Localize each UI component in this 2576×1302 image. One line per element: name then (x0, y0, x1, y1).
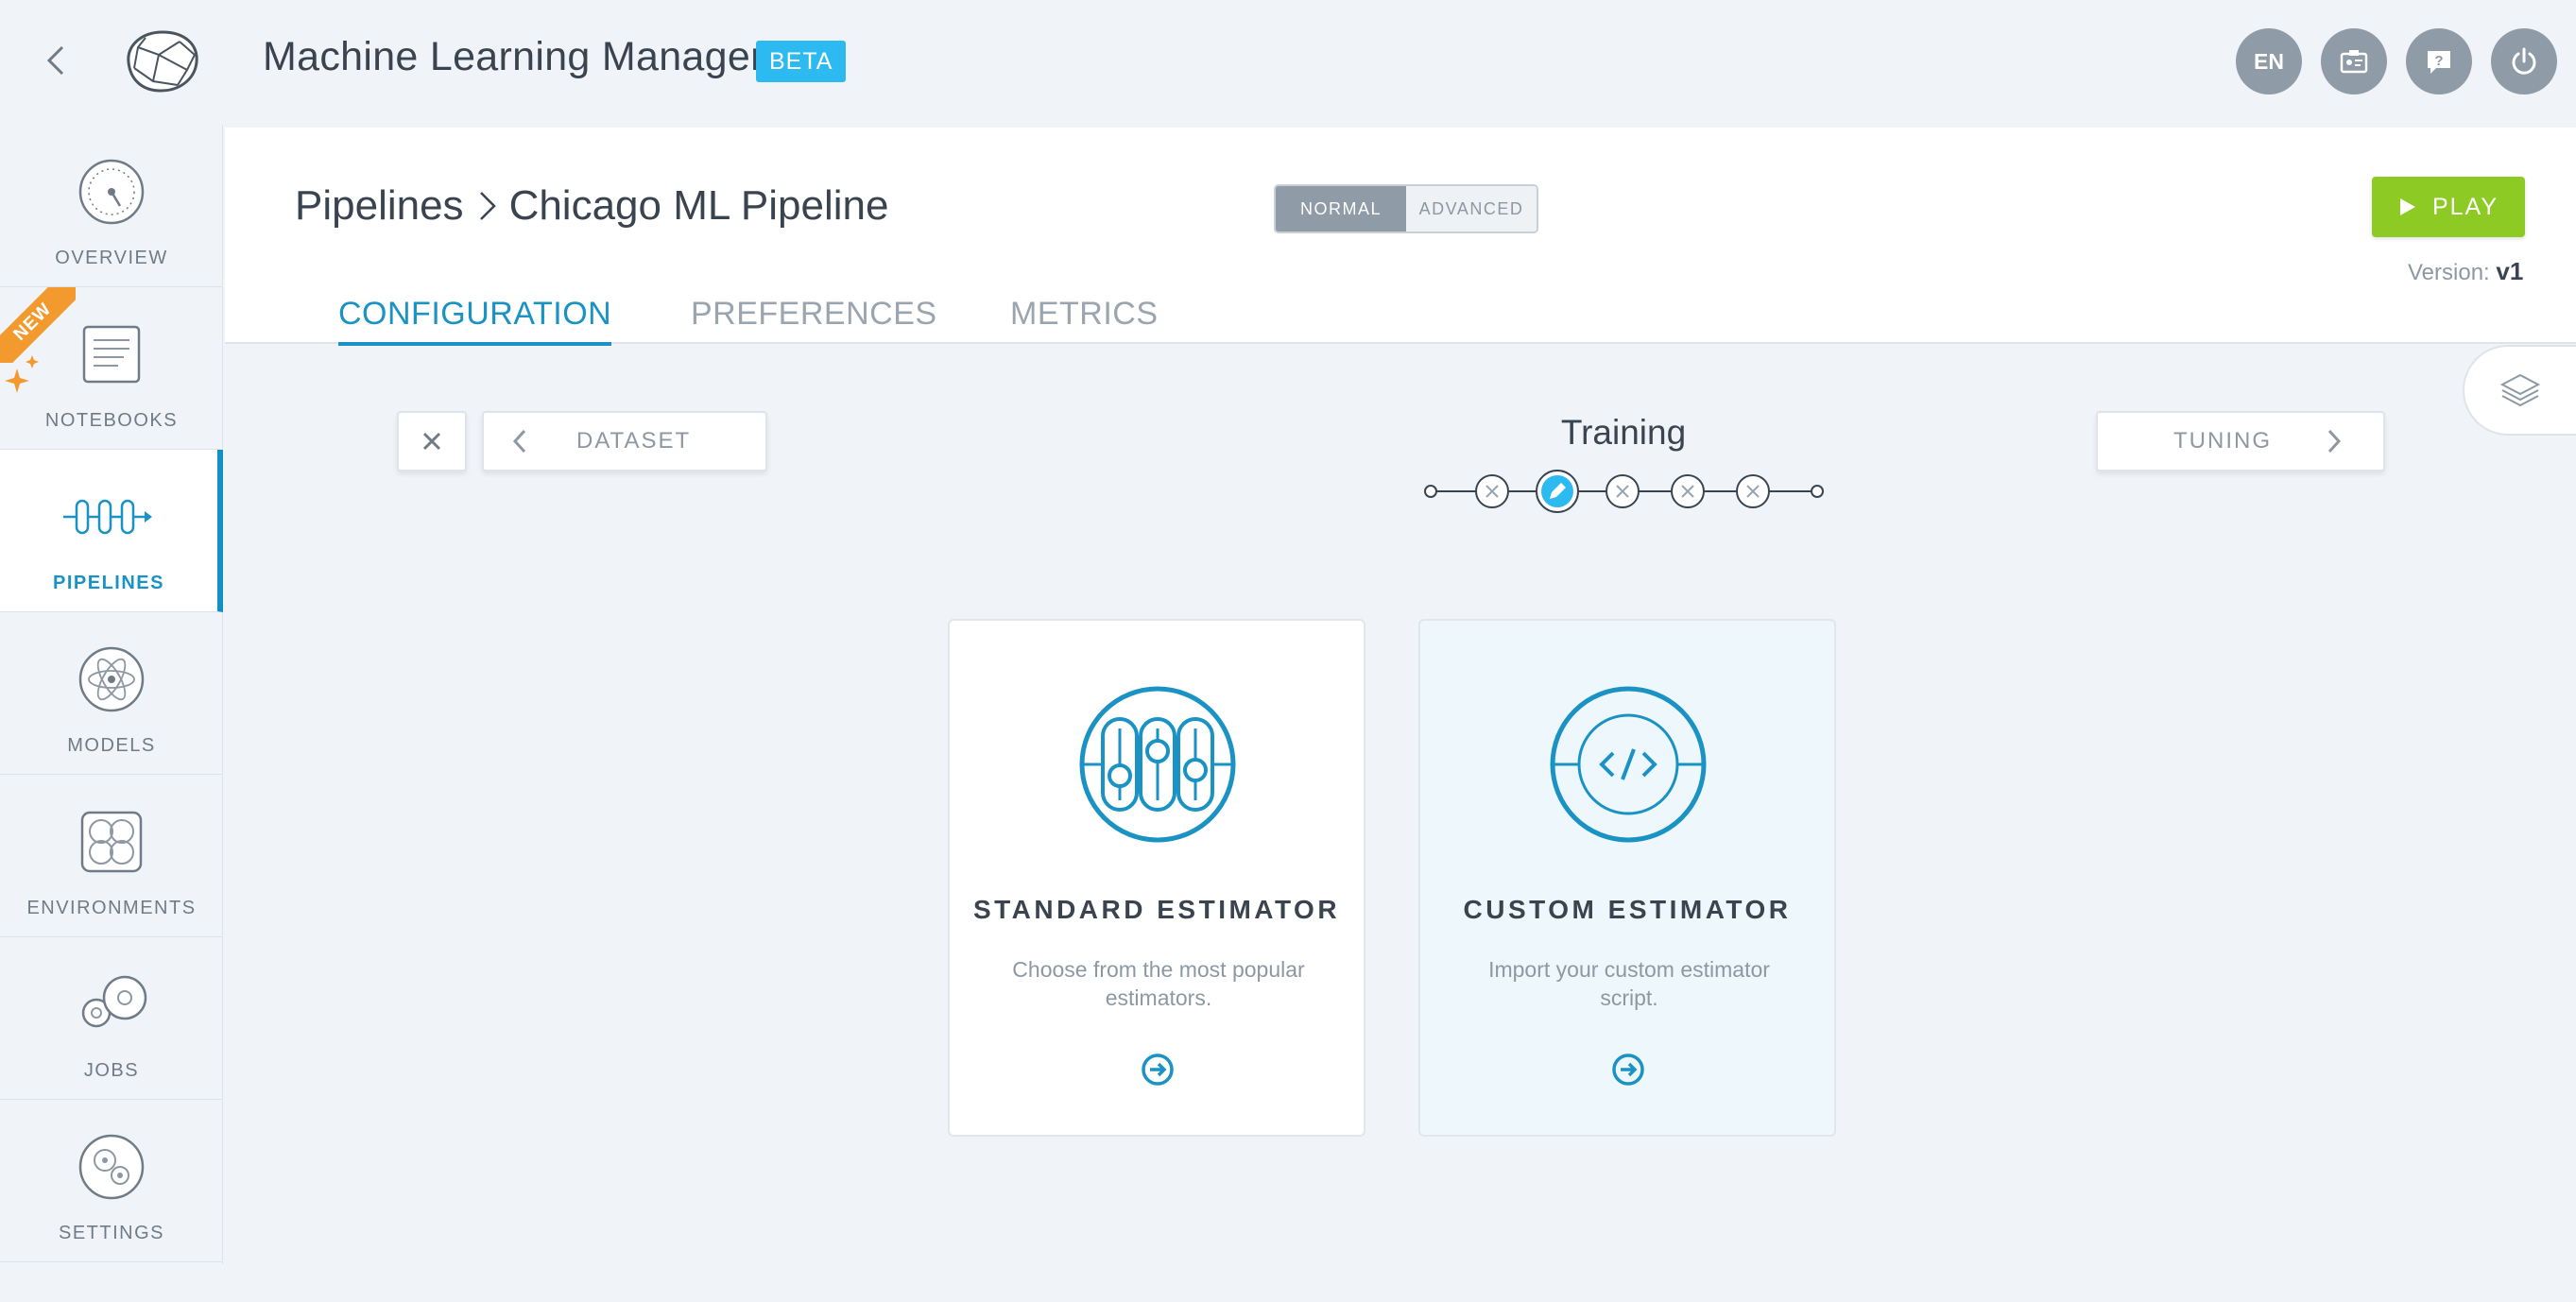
sidebar: OVERVIEW NEW NOTEBOOKS PIPELINES MODELS (0, 125, 223, 1264)
layers-panel-toggle[interactable] (2463, 345, 2576, 436)
sidebar-item-models[interactable]: MODELS (0, 612, 223, 775)
notebook-icon (82, 325, 141, 384)
power-icon (2512, 47, 2536, 75)
sidebar-item-settings[interactable]: SETTINGS (0, 1100, 223, 1262)
sidebar-item-label: JOBS (83, 1060, 140, 1081)
arrow-circle-right-icon[interactable] (1609, 1051, 1647, 1088)
card-description: Choose from the most popular estimators. (1012, 957, 1305, 1010)
help-button[interactable]: ? (2406, 28, 2472, 94)
mode-toggle: NORMAL ADVANCED (1274, 184, 1538, 233)
chevron-right-icon (2327, 429, 2342, 454)
chevron-left-icon (512, 429, 526, 454)
top-bar: Machine Learning Manager BETA EN ? (0, 0, 2576, 125)
svg-text:?: ? (2434, 53, 2443, 69)
arrow-circle-right-icon[interactable] (1139, 1051, 1176, 1088)
beta-badge: BETA (756, 41, 847, 82)
speedometer-icon (78, 159, 145, 225)
app-title: Machine Learning Manager (263, 34, 764, 79)
custom-estimator-card[interactable]: CUSTOM ESTIMATOR Import your custom esti… (1418, 619, 1836, 1137)
sidebar-item-notebooks[interactable]: NEW NOTEBOOKS (0, 287, 223, 450)
breadcrumb-pipelines[interactable]: Pipelines (295, 182, 464, 230)
tab-metrics[interactable]: METRICS (1010, 296, 1159, 342)
breadcrumb: Pipelines Chicago ML Pipeline (295, 182, 889, 230)
settings-icon (78, 1134, 145, 1200)
step-circle-active (1536, 470, 1579, 513)
version-info: Version: v1 (2408, 257, 2523, 286)
close-step-button[interactable] (397, 411, 467, 471)
main-panel: Pipelines Chicago ML Pipeline NORMAL ADV… (225, 128, 2576, 1302)
breadcrumb-current: Chicago ML Pipeline (508, 182, 889, 229)
card-title: STANDARD ESTIMATOR (972, 895, 1341, 924)
environment-icon (80, 811, 143, 873)
layers-icon (2499, 373, 2541, 407)
version-value: v1 (2496, 257, 2524, 285)
next-step-label: TUNING (2173, 428, 2272, 454)
step-circle (1736, 474, 1770, 508)
sidebar-item-label: ENVIRONMENTS (26, 898, 197, 918)
tab-preferences[interactable]: PREFERENCES (691, 296, 937, 342)
language-button[interactable]: EN (2236, 28, 2302, 94)
mode-advanced-button[interactable]: ADVANCED (1406, 186, 1537, 231)
step-end-dot (1811, 485, 1824, 498)
code-icon (1550, 686, 1707, 843)
step-start-dot (1424, 485, 1437, 498)
standard-estimator-card[interactable]: STANDARD ESTIMATOR Choose from the most … (948, 619, 1365, 1137)
app-logo (121, 26, 202, 96)
sidebar-item-label: SETTINGS (58, 1223, 164, 1243)
sidebar-item-label: NOTEBOOKS (44, 410, 179, 431)
close-icon (422, 432, 441, 451)
language-label: EN (2254, 48, 2284, 74)
logout-button[interactable] (2491, 28, 2557, 94)
sidebar-item-pipelines[interactable]: PIPELINES (0, 450, 223, 612)
app-launcher-button[interactable] (2321, 28, 2387, 94)
step-circle (1606, 474, 1640, 508)
sidebar-item-jobs[interactable]: JOBS (0, 937, 223, 1100)
play-button[interactable]: PLAY (2372, 177, 2525, 237)
play-icon (2399, 198, 2415, 215)
tab-configuration[interactable]: CONFIGURATION (338, 296, 612, 346)
card-title: CUSTOM ESTIMATOR (1463, 895, 1792, 924)
sidebar-item-label: MODELS (67, 735, 156, 756)
sidebar-item-overview[interactable]: OVERVIEW (0, 125, 223, 287)
sparkle-icon (5, 355, 39, 393)
pipeline-header: Pipelines Chicago ML Pipeline NORMAL ADV… (225, 128, 2576, 346)
step-circle (1475, 474, 1509, 508)
gears-icon (81, 975, 147, 1028)
step-circle (1671, 474, 1705, 508)
pipeline-icon (63, 499, 152, 535)
version-label: Version: (2408, 260, 2490, 285)
back-arrow-icon[interactable] (38, 42, 76, 79)
atom-icon (78, 646, 145, 712)
card-description: Import your custom estimator script. (1488, 957, 1770, 1010)
play-label: PLAY (2431, 193, 2499, 220)
previous-step-label: DATASET (576, 428, 692, 454)
help-chat-icon: ? (2428, 51, 2450, 74)
sidebar-item-label: OVERVIEW (55, 248, 168, 268)
chevron-right-icon (479, 192, 496, 220)
sidebar-item-environments[interactable]: ENVIRONMENTS (0, 775, 223, 937)
mode-normal-button[interactable]: NORMAL (1276, 186, 1406, 231)
step-progress (1424, 470, 1824, 513)
sliders-icon (1079, 686, 1236, 843)
previous-step-button[interactable]: DATASET (482, 411, 767, 471)
next-step-button[interactable]: TUNING (2096, 411, 2385, 471)
sidebar-item-label: PIPELINES (53, 573, 164, 593)
id-card-icon (2340, 50, 2368, 74)
